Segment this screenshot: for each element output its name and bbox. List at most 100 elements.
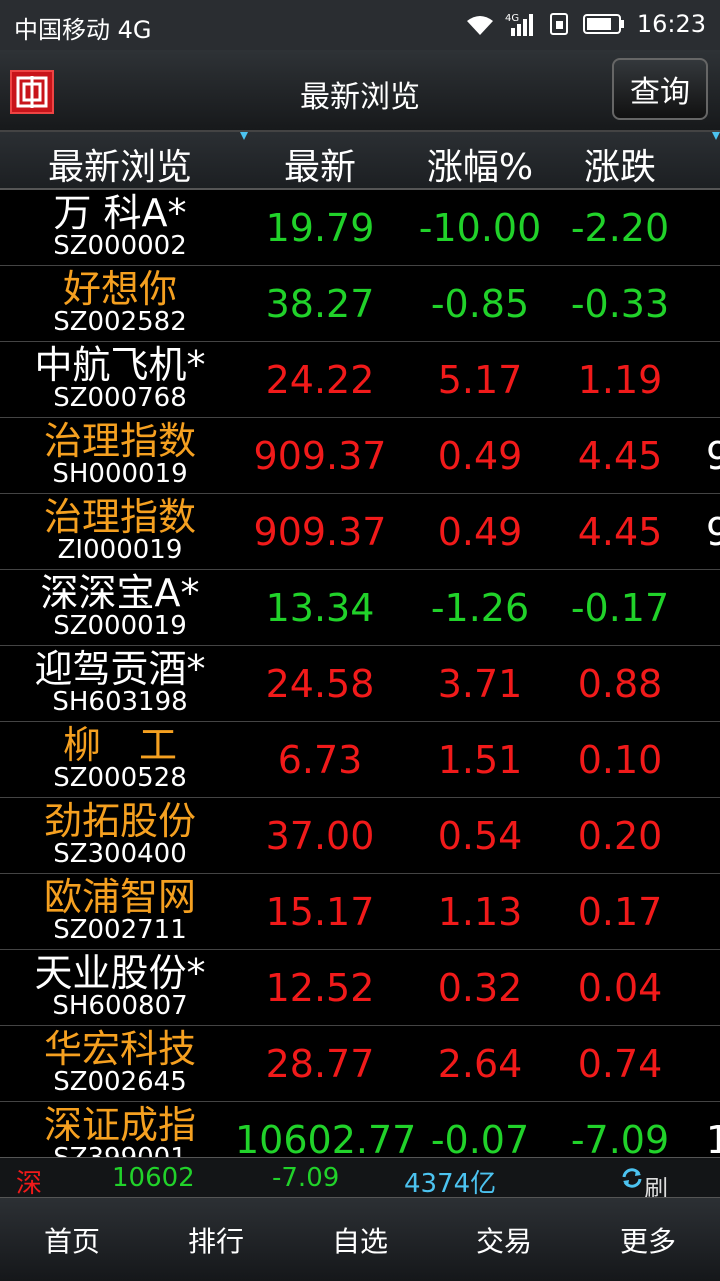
stock-change: 0.10 (577, 738, 663, 782)
stock-list[interactable]: 万 科A* SZ000002 19.79 -10.00 -2.20 好想你 SZ… (0, 190, 720, 1157)
stock-code: SZ000019 (53, 611, 187, 641)
stock-change: 0.74 (577, 1042, 663, 1086)
stock-price: 24.58 (265, 662, 375, 706)
stock-code: SZ002645 (53, 1067, 187, 1097)
carrier-label: 中国移动 4G (14, 16, 152, 44)
stock-name: 欧浦智网 (43, 875, 196, 919)
stock-percent: 3.71 (437, 662, 523, 706)
query-button[interactable]: 查询 (612, 58, 708, 120)
stock-extra: 9 (706, 434, 720, 478)
stock-code: SH603198 (52, 687, 188, 717)
ticker-change: -7.09 (272, 1163, 340, 1193)
table-row[interactable]: 万 科A* SZ000002 19.79 -10.00 -2.20 (0, 190, 720, 266)
stock-percent: 5.17 (437, 358, 523, 402)
column-header-name[interactable]: 最新浏览 (10, 138, 230, 190)
stock-change: 4.45 (577, 510, 663, 554)
stock-change: 0.17 (577, 890, 663, 934)
stock-code: SZ002711 (53, 915, 187, 945)
nav-home[interactable]: 首页 (0, 1198, 144, 1281)
stock-name: 深证成指 (43, 1103, 196, 1147)
stock-extra: 9 (706, 510, 720, 554)
column-header: 最新浏览 最新 涨幅% 涨跌 (0, 132, 720, 190)
stock-name: 治理指数 (43, 419, 196, 463)
nav-ranking[interactable]: 排行 (144, 1198, 288, 1281)
stock-change: -0.33 (570, 282, 670, 326)
refresh-button[interactable]: 刷新 (620, 1164, 668, 1238)
stock-price: 38.27 (265, 282, 375, 326)
signal-icon: 4G (505, 12, 537, 36)
stock-percent: 2.64 (437, 1042, 523, 1086)
stock-percent: -0.07 (430, 1118, 530, 1157)
stock-code: SH000019 (52, 459, 188, 489)
svg-text:4G: 4G (505, 13, 519, 24)
stock-percent: 1.13 (437, 890, 523, 934)
table-row[interactable]: 天业股份* SH600807 12.52 0.32 0.04 (0, 950, 720, 1026)
column-header-price[interactable]: 最新 (235, 138, 405, 190)
table-row[interactable]: 治理指数 ZI000019 909.37 0.49 4.45 9 (0, 494, 720, 570)
stock-name: 好想你 (62, 267, 177, 311)
stock-name: 柳 工 (62, 723, 177, 767)
stock-code: SZ000002 (53, 231, 187, 261)
stock-percent: -1.26 (430, 586, 530, 630)
table-row[interactable]: 深证成指 SZ399001 10602.77 -0.07 -7.09 10 (0, 1102, 720, 1157)
stock-percent: 0.49 (437, 434, 523, 478)
stock-price: 24.22 (265, 358, 375, 402)
column-header-percent[interactable]: 涨幅% (405, 138, 555, 190)
stock-percent: 1.51 (437, 738, 523, 782)
bottom-nav: 首页 排行 自选 交易 更多 (0, 1197, 720, 1281)
title-bar: 最新浏览 查询 (0, 50, 720, 132)
ticker-index: 10602 (112, 1163, 195, 1193)
column-header-change[interactable]: 涨跌 (550, 138, 690, 190)
stock-change: -7.09 (570, 1118, 670, 1157)
stock-price: 909.37 (253, 434, 387, 478)
stock-change: 0.04 (577, 966, 663, 1010)
table-row[interactable]: 好想你 SZ002582 38.27 -0.85 -0.33 (0, 266, 720, 342)
table-row[interactable]: 劲拓股份 SZ300400 37.00 0.54 0.20 (0, 798, 720, 874)
stock-extra: 10 (706, 1118, 720, 1157)
battery-icon (582, 13, 625, 35)
ticker-market: 深 (16, 1169, 43, 1199)
table-row[interactable]: 柳 工 SZ000528 6.73 1.51 0.10 (0, 722, 720, 798)
stock-name: 中航飞机* (34, 343, 206, 387)
nav-trade[interactable]: 交易 (432, 1198, 576, 1281)
stock-change: -0.17 (570, 586, 670, 630)
stock-price: 6.73 (277, 738, 363, 782)
stock-code: SZ000528 (53, 763, 187, 793)
stock-name: 迎驾贡酒* (34, 647, 206, 691)
stock-price: 28.77 (265, 1042, 375, 1086)
stock-change: -2.20 (570, 206, 670, 250)
nav-more[interactable]: 更多 (576, 1198, 720, 1281)
stock-price: 19.79 (265, 206, 375, 250)
table-row[interactable]: 治理指数 SH000019 909.37 0.49 4.45 9 (0, 418, 720, 494)
stock-percent: -0.85 (430, 282, 530, 326)
status-bar: 中国移动 4G 4G 16:23 (0, 0, 720, 50)
index-ticker[interactable]: 深 10602 -7.09 4374亿 刷新 (0, 1157, 720, 1238)
status-icons: 4G 16:23 (465, 10, 706, 38)
stock-code: SZ000768 (53, 383, 187, 413)
sim-icon (549, 12, 571, 36)
table-row[interactable]: 华宏科技 SZ002645 28.77 2.64 0.74 (0, 1026, 720, 1102)
stock-percent: 0.54 (437, 814, 523, 858)
stock-percent: 0.32 (437, 966, 523, 1010)
table-row[interactable]: 中航飞机* SZ000768 24.22 5.17 1.19 (0, 342, 720, 418)
stock-price: 10602.77 (235, 1118, 417, 1157)
nav-watchlist[interactable]: 自选 (288, 1198, 432, 1281)
stock-change: 0.88 (577, 662, 663, 706)
stock-code: SZ300400 (53, 839, 187, 869)
stock-name: 华宏科技 (43, 1027, 196, 1071)
stock-name: 万 科A* (53, 191, 187, 235)
clock: 16:23 (636, 10, 706, 38)
stock-name: 劲拓股份 (43, 799, 196, 843)
stock-code: SZ399001 (10, 1144, 230, 1157)
stock-percent: 0.49 (437, 510, 523, 554)
stock-percent: -10.00 (418, 206, 542, 250)
table-row[interactable]: 欧浦智网 SZ002711 15.17 1.13 0.17 (0, 874, 720, 950)
stock-code: SZ002582 (53, 307, 187, 337)
scroll-right-indicator-icon (712, 132, 720, 140)
stock-code: SH600807 (52, 991, 188, 1021)
stock-change: 4.45 (577, 434, 663, 478)
stock-name: 天业股份* (34, 951, 206, 995)
table-row[interactable]: 深深宝A* SZ000019 13.34 -1.26 -0.17 (0, 570, 720, 646)
refresh-icon (622, 1168, 642, 1188)
table-row[interactable]: 迎驾贡酒* SH603198 24.58 3.71 0.88 (0, 646, 720, 722)
